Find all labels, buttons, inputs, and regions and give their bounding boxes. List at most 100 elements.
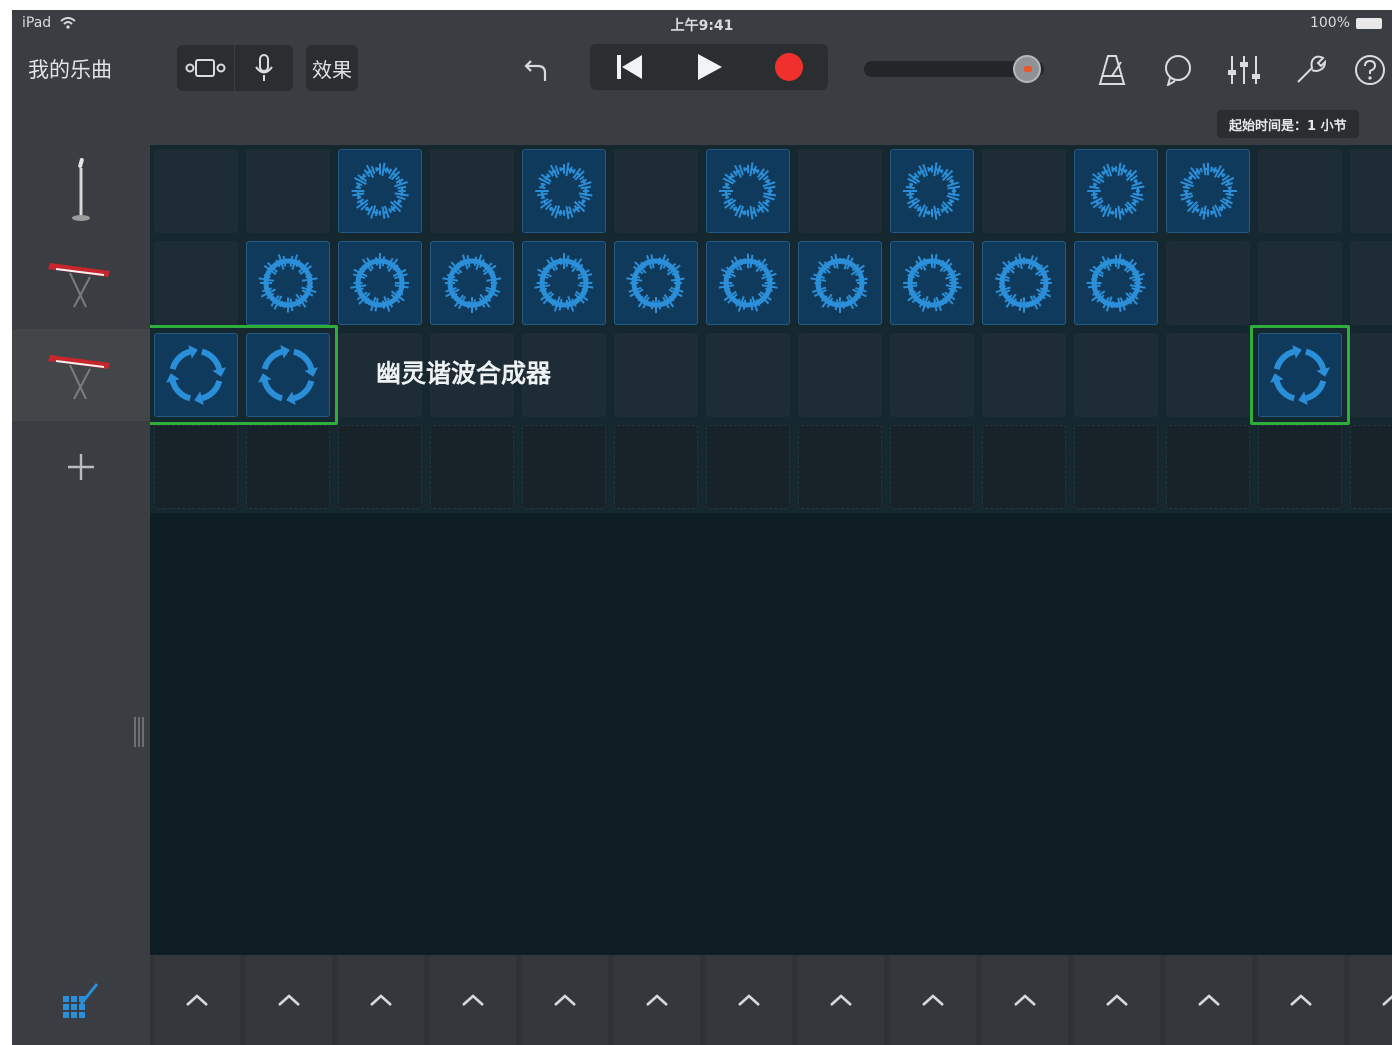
empty-cell[interactable] bbox=[154, 149, 238, 233]
loop-cell[interactable] bbox=[706, 241, 790, 325]
column-trigger-button[interactable] bbox=[614, 955, 700, 1045]
settings-button[interactable] bbox=[1290, 50, 1330, 90]
chevron-up-icon bbox=[1382, 995, 1392, 1006]
empty-cell[interactable] bbox=[1166, 333, 1250, 417]
go-to-beginning-button[interactable] bbox=[590, 44, 668, 90]
loop-cell[interactable] bbox=[982, 241, 1066, 325]
loop-icon bbox=[1165, 55, 1191, 86]
record-button[interactable] bbox=[750, 44, 828, 90]
waveform-ring-icon bbox=[350, 253, 409, 312]
empty-cell[interactable] bbox=[1258, 425, 1342, 509]
undo-icon bbox=[524, 60, 547, 81]
loop-cell[interactable] bbox=[798, 241, 882, 325]
input-settings-button[interactable] bbox=[235, 45, 293, 91]
loop-cell[interactable] bbox=[1074, 149, 1158, 233]
column-trigger-button[interactable] bbox=[890, 955, 976, 1045]
wrench-icon bbox=[1297, 55, 1326, 83]
selected-cells-outline bbox=[1250, 325, 1350, 425]
track-header-keyboard-1[interactable] bbox=[12, 237, 150, 329]
column-trigger-button[interactable] bbox=[1258, 955, 1344, 1045]
loop-cell[interactable] bbox=[1074, 241, 1158, 325]
empty-cell[interactable] bbox=[1074, 333, 1158, 417]
loop-cell[interactable] bbox=[246, 241, 330, 325]
empty-cell[interactable] bbox=[430, 149, 514, 233]
empty-cell[interactable] bbox=[1166, 425, 1250, 509]
track-header-audio-recorder[interactable] bbox=[12, 145, 150, 237]
empty-cell[interactable] bbox=[1350, 149, 1392, 233]
empty-cell[interactable] bbox=[614, 149, 698, 233]
column-trigger-button[interactable] bbox=[246, 955, 332, 1045]
empty-cell[interactable] bbox=[890, 333, 974, 417]
empty-cell[interactable] bbox=[1166, 241, 1250, 325]
empty-cell[interactable] bbox=[154, 425, 238, 509]
help-button[interactable] bbox=[1350, 50, 1390, 90]
loop-cell[interactable] bbox=[338, 241, 422, 325]
column-trigger-button[interactable] bbox=[338, 955, 424, 1045]
column-trigger-button[interactable] bbox=[154, 955, 240, 1045]
track-header-keyboard-2[interactable] bbox=[12, 329, 150, 421]
column-trigger-button[interactable] bbox=[798, 955, 884, 1045]
column-trigger-button[interactable] bbox=[706, 955, 792, 1045]
empty-cell[interactable] bbox=[1350, 333, 1392, 417]
waveform-ring-icon bbox=[719, 162, 777, 220]
play-button[interactable] bbox=[668, 44, 750, 90]
column-trigger-button[interactable] bbox=[522, 955, 608, 1045]
empty-cell[interactable] bbox=[798, 333, 882, 417]
empty-cell[interactable] bbox=[614, 333, 698, 417]
empty-cell[interactable] bbox=[982, 149, 1066, 233]
column-trigger-button[interactable] bbox=[1350, 955, 1392, 1045]
input-controls-group bbox=[177, 45, 293, 91]
loop-cell[interactable] bbox=[430, 241, 514, 325]
loop-cell[interactable] bbox=[1166, 149, 1250, 233]
cell-grid-edit-icon bbox=[63, 983, 99, 1018]
empty-cell[interactable] bbox=[1350, 241, 1392, 325]
column-trigger-button[interactable] bbox=[982, 955, 1068, 1045]
empty-cell[interactable] bbox=[706, 425, 790, 509]
remote-button[interactable] bbox=[178, 45, 234, 91]
empty-cell[interactable] bbox=[154, 241, 238, 325]
loop-cell[interactable] bbox=[338, 149, 422, 233]
garageband-live-loops-screen: iPad 上午9:41 100% 我的乐曲 效果 起始时间是：1 小节 幽灵谐波… bbox=[12, 10, 1392, 1045]
empty-cell[interactable] bbox=[890, 425, 974, 509]
loop-cell[interactable] bbox=[890, 241, 974, 325]
empty-cell[interactable] bbox=[706, 333, 790, 417]
my-songs-button[interactable]: 我的乐曲 bbox=[28, 54, 112, 84]
master-volume-slider[interactable] bbox=[864, 55, 1044, 83]
loop-cell[interactable] bbox=[706, 149, 790, 233]
volume-slider-knob[interactable] bbox=[1012, 55, 1041, 83]
column-trigger-button[interactable] bbox=[430, 955, 516, 1045]
empty-cell[interactable] bbox=[430, 425, 514, 509]
empty-cell[interactable] bbox=[338, 425, 422, 509]
empty-cell[interactable] bbox=[1258, 149, 1342, 233]
loop-browser-button[interactable] bbox=[1158, 50, 1198, 90]
waveform-ring-icon bbox=[351, 162, 409, 219]
empty-cell[interactable] bbox=[798, 149, 882, 233]
metronome-button[interactable] bbox=[1092, 50, 1132, 90]
column-trigger-button[interactable] bbox=[1074, 955, 1160, 1045]
empty-cell[interactable] bbox=[1074, 425, 1158, 509]
chevron-up-icon bbox=[370, 994, 392, 1006]
empty-cell[interactable] bbox=[614, 425, 698, 509]
empty-cell[interactable] bbox=[246, 149, 330, 233]
loop-cell[interactable] bbox=[522, 149, 606, 233]
empty-cell[interactable] bbox=[1350, 425, 1392, 509]
empty-cell[interactable] bbox=[246, 425, 330, 509]
add-track-button[interactable] bbox=[12, 421, 150, 513]
column-trigger-button[interactable] bbox=[1166, 955, 1252, 1045]
waveform-ring-icon bbox=[810, 253, 868, 313]
loop-cell[interactable] bbox=[522, 241, 606, 325]
empty-cell[interactable] bbox=[1258, 241, 1342, 325]
edit-cells-button[interactable] bbox=[12, 955, 150, 1045]
empty-cell[interactable] bbox=[982, 425, 1066, 509]
chevron-up-icon bbox=[922, 994, 944, 1006]
empty-cell[interactable] bbox=[522, 425, 606, 509]
loop-cell[interactable] bbox=[614, 241, 698, 325]
mixer-button[interactable] bbox=[1224, 50, 1264, 90]
effects-button[interactable]: 效果 bbox=[306, 45, 358, 91]
empty-cell[interactable] bbox=[798, 425, 882, 509]
header-resize-handle[interactable] bbox=[134, 717, 146, 753]
empty-cell[interactable] bbox=[982, 333, 1066, 417]
loop-cell[interactable] bbox=[890, 149, 974, 233]
add-track-icon bbox=[68, 454, 94, 480]
undo-button[interactable] bbox=[516, 50, 556, 90]
